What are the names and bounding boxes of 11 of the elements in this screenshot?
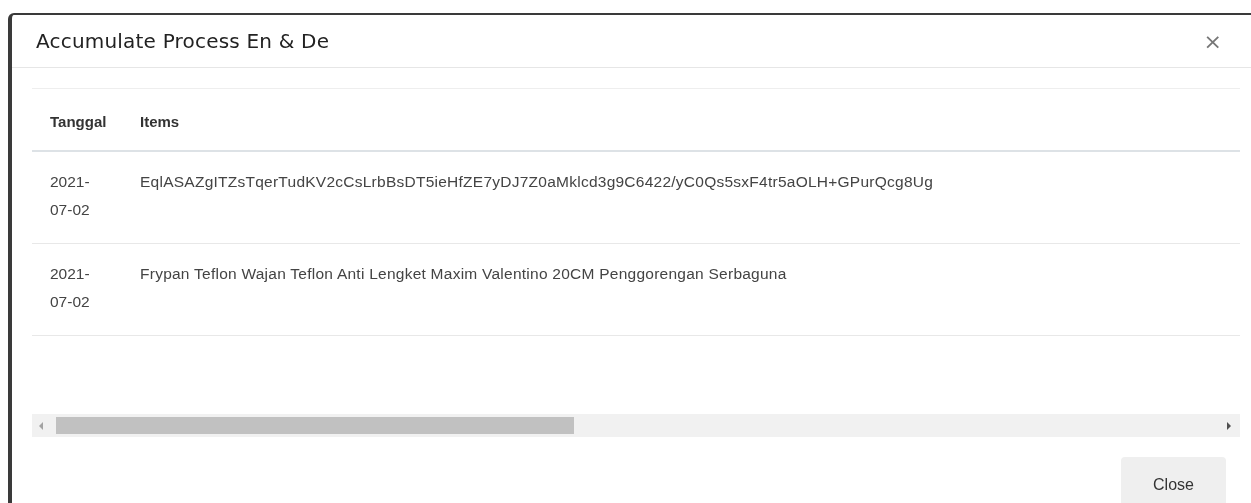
column-header: Tanggal [50, 112, 108, 132]
item-cell-text: EqlASAZgITZsTqerTudKV2cCsLrbBsDT5ieHfZE7yDJ7Z0aMklcd3g9C6422/yC0Qs5sxF4tr5aOLH+GPurQcg8Ug [140, 172, 935, 192]
close-button[interactable]: Close [1121, 457, 1226, 503]
scrollbar-thumb[interactable] [56, 417, 574, 434]
column-header: Items [140, 112, 181, 132]
horizontal-scrollbar[interactable] [32, 414, 1240, 437]
dialog-title: Accumulate Process En & De [36, 29, 330, 53]
item-cell-text: Frypan Teflon Wajan Teflon Anti Lengket Maxim Valentino 20CM Penggorengan Serbaguna [140, 264, 788, 284]
date-cell-text: 2021- 07-02 [50, 172, 91, 220]
scroll-right-icon[interactable] [1224, 420, 1234, 431]
date-cell-text: 2021- 07-02 [50, 264, 91, 312]
